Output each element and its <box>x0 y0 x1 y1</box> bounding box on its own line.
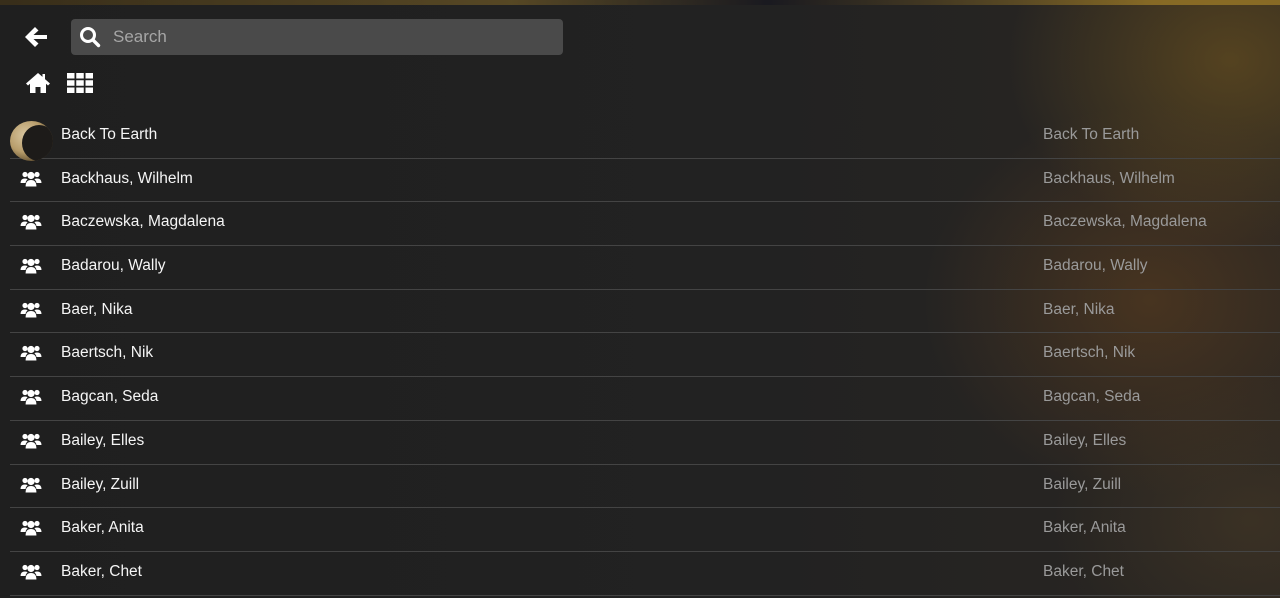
list-item-subtitle: Baertsch, Nik <box>1043 344 1136 362</box>
list-item-title: Bagcan, Seda <box>61 388 159 406</box>
back-button[interactable] <box>20 20 52 54</box>
grid-icon <box>67 73 93 93</box>
search-box <box>71 19 563 55</box>
list-item[interactable]: Bagcan, Seda Bagcan, Seda <box>10 377 1280 421</box>
users-icon <box>20 433 42 449</box>
list-item-title: Baczewska, Magdalena <box>61 213 225 231</box>
list-item-title: Bailey, Elles <box>61 431 145 449</box>
list-item-subtitle: Badarou, Wally <box>1043 257 1148 275</box>
users-icon <box>20 390 42 405</box>
list-item-title: Bailey, Zuill <box>61 475 140 493</box>
list-item-title: Baker, Anita <box>61 519 144 537</box>
list-item[interactable]: Baker, Anita Baker, Anita <box>10 508 1280 552</box>
header <box>0 0 1280 110</box>
album-thumbnail <box>10 121 53 161</box>
list-item-subtitle: Bailey, Zuill <box>1043 475 1122 493</box>
list-item[interactable]: Baczewska, Magdalena Baczewska, Magdalen… <box>10 202 1280 247</box>
list-item-title: Badarou, Wally <box>61 257 166 275</box>
users-icon <box>20 564 42 580</box>
users-icon <box>20 258 42 274</box>
users-icon <box>20 346 42 361</box>
list-item[interactable]: Baer, Nika Baer, Nika <box>10 290 1280 334</box>
users-icon <box>20 215 42 230</box>
list-item[interactable]: Back To Earth Back To Earth <box>10 115 1280 161</box>
list-item-title: Baertsch, Nik <box>61 344 154 362</box>
list-item-title: Baer, Nika <box>61 300 133 318</box>
list-item-subtitle: Bagcan, Seda <box>1043 388 1141 406</box>
list-item-subtitle: Baker, Chet <box>1043 562 1124 580</box>
list-item-title: Back To Earth <box>61 126 158 143</box>
list-item-subtitle: Baker, Anita <box>1043 519 1126 537</box>
list-item-subtitle: Backhaus, Wilhelm <box>1043 169 1175 187</box>
list-item-subtitle: Bailey, Elles <box>1043 431 1127 449</box>
list-item-subtitle: Baczewska, Magdalena <box>1043 213 1207 231</box>
search-input[interactable] <box>113 19 563 55</box>
list-item[interactable]: Baker, Chet Baker, Chet <box>10 552 1280 596</box>
list-item-title: Baker, Chet <box>61 562 142 580</box>
list-item-subtitle: Baer, Nika <box>1043 300 1115 318</box>
grid-view-button[interactable] <box>66 71 94 95</box>
list-item-title: Backhaus, Wilhelm <box>61 169 193 187</box>
list-item-subtitle: Back To Earth <box>1043 126 1140 143</box>
home-button[interactable] <box>25 71 51 95</box>
list-item[interactable]: Bailey, Elles Bailey, Elles <box>10 421 1280 465</box>
list-item[interactable]: Backhaus, Wilhelm Backhaus, Wilhelm <box>10 159 1280 203</box>
users-icon <box>20 302 42 318</box>
search-icon <box>79 26 101 48</box>
users-icon <box>20 171 42 187</box>
home-icon <box>26 73 50 93</box>
users-icon <box>20 521 42 536</box>
list-item[interactable]: Bailey, Zuill Bailey, Zuill <box>10 465 1280 509</box>
list-item[interactable]: Badarou, Wally Badarou, Wally <box>10 246 1280 290</box>
list-item[interactable]: Baertsch, Nik Baertsch, Nik <box>10 333 1280 378</box>
users-icon <box>20 477 42 492</box>
arrow-left-icon <box>25 27 47 47</box>
item-list: Back To Earth Back To Earth Backhaus, Wi… <box>10 115 1280 596</box>
